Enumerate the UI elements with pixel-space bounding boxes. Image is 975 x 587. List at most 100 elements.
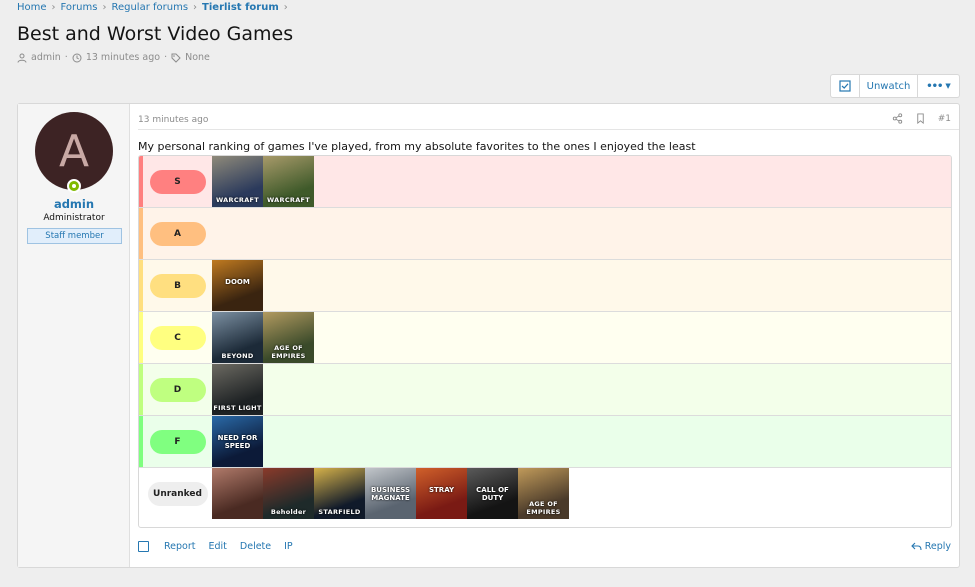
- tier-items: BEYOND AGE OF EMPIRES: [212, 312, 314, 363]
- clock-icon: [72, 53, 82, 62]
- edit-link[interactable]: Edit: [209, 541, 227, 552]
- breadcrumb-forums[interactable]: Forums: [61, 2, 98, 13]
- beyond-cover[interactable]: BEYOND: [212, 312, 263, 363]
- tier-label: A: [149, 221, 206, 246]
- tier-label: Unranked: [147, 482, 208, 506]
- bookmark-icon[interactable]: [915, 113, 926, 124]
- tier-items: Beholder STARFIELD BUSINESS MAGNATE STRAY CA…: [212, 468, 569, 520]
- tier-label-cell: C: [143, 312, 212, 363]
- reply-label: Reply: [924, 541, 951, 552]
- first-light-cover[interactable]: FIRST LIGHT: [212, 364, 263, 415]
- tier-label-cell: F: [143, 416, 212, 467]
- stray-cover[interactable]: STRAY: [416, 468, 467, 519]
- tier-row: A: [139, 208, 951, 260]
- divider: [138, 129, 959, 130]
- breadcrumb-home[interactable]: Home: [17, 2, 47, 13]
- breadcrumb-regular-forums[interactable]: Regular forums: [111, 2, 188, 13]
- warcraft-cover[interactable]: WARCRAFT: [212, 156, 263, 207]
- tier-items: DOOM: [212, 260, 263, 311]
- post-header-icons: #1: [892, 113, 951, 124]
- thread-meta: admin · 13 minutes ago · None: [17, 52, 210, 63]
- online-status-icon: [67, 179, 81, 193]
- tier-row: C BEYOND AGE OF EMPIRES: [139, 312, 951, 364]
- cover-title: WARCRAFT: [267, 196, 310, 204]
- caret-down-icon: ▼: [945, 82, 951, 90]
- chevron-right-icon: ›: [193, 2, 198, 13]
- cover-title: BUSINESS MAGNATE: [370, 486, 411, 502]
- need-for-speed-cover[interactable]: NEED FOR SPEED: [212, 416, 263, 467]
- reply-button[interactable]: Reply: [910, 541, 951, 552]
- thread-time-link[interactable]: 13 minutes ago: [86, 52, 160, 63]
- chevron-right-icon: ›: [102, 2, 107, 13]
- delete-link[interactable]: Delete: [240, 541, 271, 552]
- tag-icon: [171, 53, 181, 63]
- breadcrumb: Home › Forums › Regular forums › Tierlis…: [17, 2, 293, 13]
- tier-row: S WARCRAFT WARCRAFT: [139, 156, 951, 208]
- war-cover[interactable]: [212, 468, 263, 519]
- tier-row: D FIRST LIGHT: [139, 364, 951, 416]
- cover-title: DOOM: [225, 278, 250, 286]
- tier-label-cell: S: [143, 156, 212, 207]
- doom-cover[interactable]: DOOM: [212, 260, 263, 311]
- business-magnate-cover[interactable]: BUSINESS MAGNATE: [365, 468, 416, 519]
- cover-title: WARCRAFT: [216, 196, 259, 204]
- post-user-panel: A admin Administrator Staff member: [18, 104, 130, 567]
- post-number-link[interactable]: #1: [938, 114, 951, 124]
- cover-title: STARFIELD: [318, 508, 361, 516]
- select-post-checkbox[interactable]: [138, 541, 149, 552]
- chevron-right-icon: ›: [51, 2, 56, 13]
- tier-label-cell: Unranked: [143, 468, 212, 520]
- reply-icon: [910, 542, 922, 550]
- tier-label: F: [149, 429, 206, 454]
- tier-row: Unranked Beholder STARFIELD BUSINESS MAGNAT…: [139, 468, 951, 520]
- age-of-empires-cover[interactable]: AGE OF EMPIRES: [263, 312, 314, 363]
- breadcrumb-tierlist-forum[interactable]: Tierlist forum: [202, 2, 279, 13]
- ip-link[interactable]: IP: [284, 541, 293, 552]
- post-time-link[interactable]: 13 minutes ago: [138, 115, 208, 125]
- tier-label: B: [149, 273, 206, 298]
- user-title: Administrator: [43, 213, 105, 223]
- post-main: 13 minutes ago #1 My personal ranking of…: [130, 104, 959, 567]
- share-icon[interactable]: [892, 113, 903, 124]
- unwatch-button[interactable]: Unwatch: [860, 74, 918, 98]
- age-of-empires-2-cover[interactable]: AGE OF EMPIRES: [518, 468, 569, 519]
- call-of-duty-cover[interactable]: CALL OF DUTY: [467, 468, 518, 519]
- beholder-cover[interactable]: Beholder: [263, 468, 314, 519]
- warcraft-orc-cover[interactable]: WARCRAFT: [263, 156, 314, 207]
- tier-row: B DOOM: [139, 260, 951, 312]
- checkbox-icon: [839, 80, 851, 92]
- page-title: Best and Worst Video Games: [17, 23, 294, 45]
- cover-title: BEYOND: [221, 352, 254, 360]
- thread-tags: None: [185, 52, 210, 63]
- cover-title: NEED FOR SPEED: [217, 434, 258, 450]
- tier-items: FIRST LIGHT: [212, 364, 263, 415]
- user-icon: [17, 53, 27, 63]
- post-actions: Report Edit Delete IP: [138, 541, 293, 552]
- report-link[interactable]: Report: [164, 541, 196, 552]
- post-username[interactable]: admin: [18, 197, 130, 211]
- tier-items: NEED FOR SPEED: [212, 416, 263, 467]
- cover-title: STRAY: [428, 486, 455, 494]
- cover-title: CALL OF DUTY: [476, 486, 509, 502]
- tier-label: D: [149, 377, 206, 402]
- tier-items: WARCRAFT WARCRAFT: [212, 156, 314, 207]
- staff-member-badge: Staff member: [27, 228, 122, 244]
- post: A admin Administrator Staff member 13 mi…: [17, 103, 960, 568]
- more-options-button[interactable]: ••• ▼: [918, 74, 960, 98]
- tier-label-cell: A: [143, 208, 212, 259]
- select-thread-button[interactable]: [830, 74, 860, 98]
- post-text: My personal ranking of games I've played…: [138, 140, 696, 153]
- cover-title: AGE OF EMPIRES: [271, 344, 306, 360]
- tier-list: S WARCRAFT WARCRAFT A B DOOM C BEYOND AGE OF EMP…: [138, 155, 952, 528]
- tier-label-cell: B: [143, 260, 212, 311]
- tier-label: S: [149, 169, 206, 194]
- thread-action-bar: Unwatch ••• ▼: [830, 74, 960, 98]
- chevron-right-icon: ›: [283, 2, 288, 13]
- cover-title: AGE OF EMPIRES: [526, 500, 561, 516]
- tier-row: F NEED FOR SPEED: [139, 416, 951, 468]
- starfield-cover[interactable]: STARFIELD: [314, 468, 365, 519]
- cover-title: Beholder: [270, 508, 307, 516]
- tier-label-cell: D: [143, 364, 212, 415]
- tier-label: C: [149, 325, 206, 350]
- thread-author-link[interactable]: admin: [31, 52, 61, 63]
